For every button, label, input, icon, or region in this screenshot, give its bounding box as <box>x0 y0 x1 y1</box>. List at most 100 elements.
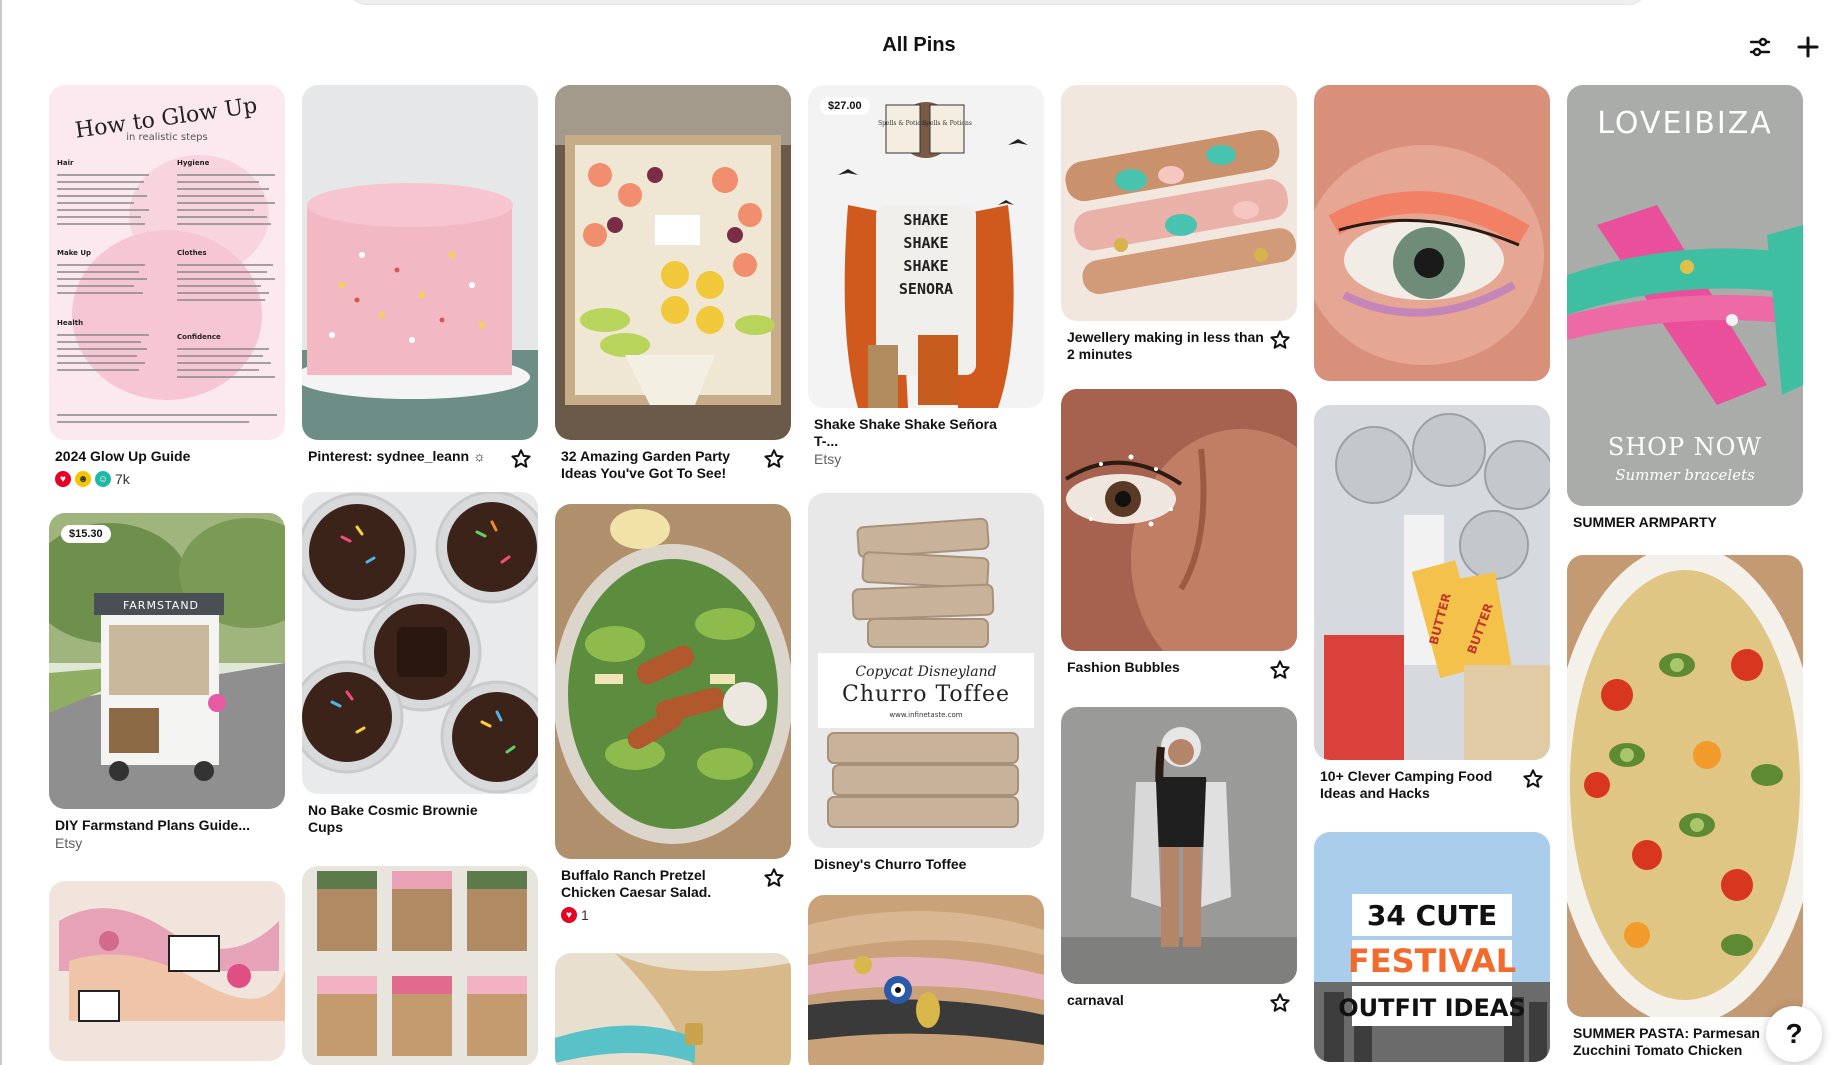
star-icon[interactable] <box>1269 992 1291 1014</box>
pin-card[interactable] <box>49 881 285 1061</box>
pin-card[interactable] <box>555 953 791 1065</box>
section-label: Hair <box>57 159 74 167</box>
section-label: Health <box>57 319 83 327</box>
pin-card[interactable]: Buffalo Ranch Pretzel Chicken Caesar Sal… <box>555 504 791 923</box>
pin-card[interactable]: FARMSTAND $15.30 DIY Farmstand Plans Gui… <box>49 513 285 851</box>
pin-title[interactable]: Disney's Churro Toffee <box>814 856 966 873</box>
pin-meta: Disney's Churro Toffee <box>808 848 1044 873</box>
pin-card[interactable]: LOVEIBIZA SHOP NOW Summer bracelets SUMM… <box>1567 85 1803 531</box>
pin-card[interactable]: Spells & Potions Spells & Potions SHAKE … <box>808 85 1044 467</box>
pin-title[interactable]: 10+ Clever Camping Food Ideas and Hacks <box>1320 768 1520 802</box>
pin-image[interactable] <box>302 492 538 794</box>
heart-reaction-icon: ♥ <box>55 471 71 487</box>
pin-image[interactable] <box>302 85 538 440</box>
pin-title[interactable]: SUMMER PASTA: Parmesan Zucchini Tomato C… <box>1573 1025 1773 1059</box>
ibiza-brand: LOVEIBIZA <box>1597 106 1773 141</box>
star-icon[interactable] <box>510 448 532 470</box>
pin-card[interactable]: How to Glow Up in realistic steps Hair H… <box>49 85 285 487</box>
section-label: Make Up <box>57 249 91 257</box>
applause-reaction-icon: ☺ <box>95 471 111 487</box>
pin-image[interactable] <box>1061 389 1297 651</box>
pin-reactions[interactable]: ♥ ☻ ☺ 7k <box>49 465 285 487</box>
pin-image[interactable]: 34 CUTE FESTIVAL OUTFIT IDEAS <box>1314 832 1550 1062</box>
pin-image[interactable]: How to Glow Up in realistic steps Hair H… <box>49 85 285 440</box>
ibiza-cta: SHOP NOW <box>1608 433 1762 461</box>
pin-title[interactable]: Pinterest: sydnee_leann ☼ <box>308 448 486 465</box>
pin-image[interactable] <box>1061 85 1297 321</box>
star-icon[interactable] <box>763 448 785 470</box>
star-icon[interactable] <box>1269 329 1291 351</box>
pin-card[interactable]: 34 CUTE FESTIVAL OUTFIT IDEAS <box>1314 832 1550 1062</box>
price-badge: $27.00 <box>820 97 870 115</box>
pin-reactions[interactable]: ♥ 1 <box>555 901 791 923</box>
pin-title[interactable]: Shake Shake Shake Señora T-... <box>814 416 1014 450</box>
pin-column-2: Pinterest: sydnee_leann ☼ No Bake Cosmic… <box>302 85 538 1065</box>
pin-image[interactable] <box>555 953 791 1065</box>
svg-text:SHAKE: SHAKE <box>903 234 948 252</box>
pin-title[interactable]: Jewellery making in less than 2 minutes <box>1067 329 1267 363</box>
help-button[interactable]: ? <box>1766 1006 1822 1062</box>
pin-meta: carnaval <box>1061 984 1297 1014</box>
pin-image[interactable]: FARMSTAND $15.30 <box>49 513 285 809</box>
farmstand-sign: FARMSTAND <box>123 599 199 612</box>
book-title: Spells & Potions <box>922 120 972 127</box>
pin-title[interactable]: Fashion Bubbles <box>1067 659 1180 676</box>
star-icon[interactable] <box>1269 659 1291 681</box>
pin-column-6: BUTTER BUTTER 10+ Clever Camping Food Id… <box>1314 85 1550 1065</box>
pin-image[interactable]: LOVEIBIZA SHOP NOW Summer bracelets <box>1567 85 1803 506</box>
pin-image[interactable] <box>555 85 791 440</box>
price-badge: $15.30 <box>61 525 111 543</box>
star-icon[interactable] <box>1522 768 1544 790</box>
pin-source: Etsy <box>55 835 83 851</box>
pin-card[interactable]: BUTTER BUTTER 10+ Clever Camping Food Id… <box>1314 405 1550 802</box>
pin-card[interactable]: SUMMER PASTA: Parmesan Zucchini Tomato C… <box>1567 555 1803 1059</box>
pin-card[interactable] <box>302 866 538 1065</box>
pin-image[interactable] <box>1567 555 1803 1017</box>
pin-card[interactable] <box>1314 85 1550 381</box>
window-edge <box>0 0 2 1065</box>
page-title: All Pins <box>882 34 956 56</box>
pin-image[interactable] <box>302 866 538 1065</box>
pin-card[interactable] <box>808 895 1044 1065</box>
pin-title[interactable]: No Bake Cosmic Brownie Cups <box>308 802 508 836</box>
pin-image[interactable]: Copycat Disneyland Churro Toffee www.inf… <box>808 493 1044 848</box>
pin-image[interactable]: Spells & Potions Spells & Potions SHAKE … <box>808 85 1044 408</box>
pin-title[interactable]: DIY Farmstand Plans Guide... <box>55 817 250 834</box>
festival-line3: OUTFIT IDEAS <box>1338 994 1525 1022</box>
pin-card[interactable]: 32 Amazing Garden Party Ideas You've Got… <box>555 85 791 482</box>
pin-card[interactable]: Pinterest: sydnee_leann ☼ <box>302 85 538 470</box>
glow-up-subheading: in realistic steps <box>126 132 207 143</box>
pin-image[interactable] <box>1314 85 1550 381</box>
pin-image[interactable] <box>49 881 285 1061</box>
churro-line1: Copycat Disneyland <box>855 664 996 680</box>
pin-title[interactable]: SUMMER ARMPARTY <box>1573 514 1717 531</box>
add-button[interactable] <box>1791 30 1825 64</box>
pin-meta: Shake Shake Shake Señora T-... <box>808 408 1044 450</box>
pin-title[interactable]: carnaval <box>1067 992 1124 1009</box>
filter-button[interactable] <box>1743 30 1777 64</box>
book-title: Spells & Potions <box>878 120 928 127</box>
pin-card[interactable]: carnaval <box>1061 707 1297 1014</box>
pin-column-3: 32 Amazing Garden Party Ideas You've Got… <box>555 85 791 1065</box>
pin-image[interactable]: BUTTER BUTTER <box>1314 405 1550 760</box>
section-label: Hygiene <box>177 159 210 167</box>
churro-url: www.infinetaste.com <box>889 711 962 719</box>
pin-meta: DIY Farmstand Plans Guide... <box>49 809 285 834</box>
pin-meta: Fashion Bubbles <box>1061 651 1297 681</box>
pin-title[interactable]: 2024 Glow Up Guide <box>55 448 190 465</box>
pin-card[interactable]: Fashion Bubbles <box>1061 389 1297 681</box>
pin-card[interactable]: Copycat Disneyland Churro Toffee www.inf… <box>808 493 1044 873</box>
plus-icon <box>1797 36 1819 58</box>
pin-image[interactable] <box>1061 707 1297 984</box>
festival-line2: FESTIVAL <box>1348 942 1516 980</box>
search-bar[interactable] <box>345 0 1650 5</box>
pin-image[interactable] <box>555 504 791 859</box>
pin-image[interactable] <box>808 895 1044 1065</box>
pin-card[interactable]: No Bake Cosmic Brownie Cups <box>302 492 538 836</box>
pin-title[interactable]: Buffalo Ranch Pretzel Chicken Caesar Sal… <box>561 867 761 901</box>
pin-card[interactable]: Jewellery making in less than 2 minutes <box>1061 85 1297 363</box>
reaction-count: 1 <box>581 907 589 923</box>
pin-title[interactable]: 32 Amazing Garden Party Ideas You've Got… <box>561 448 761 482</box>
star-icon[interactable] <box>763 867 785 889</box>
section-label: Confidence <box>177 333 221 341</box>
